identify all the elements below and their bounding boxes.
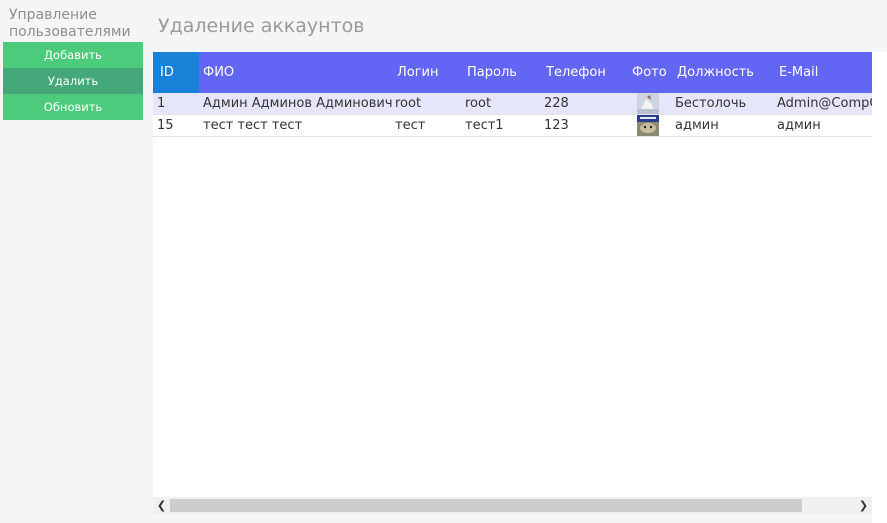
column-header-password[interactable]: Пароль (467, 52, 517, 93)
sidebar: Управление пользователями Добавить Удали… (0, 0, 150, 523)
cell-fio: Админ Админов Админович (203, 96, 393, 111)
chevron-left-icon[interactable]: ❮ (153, 497, 170, 514)
refresh-button[interactable]: Обновить (3, 94, 143, 120)
sidebar-title: Управление пользователями (9, 7, 131, 40)
delete-button[interactable]: Удалить (3, 68, 143, 94)
cell-phone: 123 (544, 118, 569, 133)
column-header-id[interactable]: ID (153, 52, 199, 93)
cell-login: тест (395, 118, 426, 133)
column-header-photo[interactable]: Фото (632, 52, 667, 93)
column-header-login[interactable]: Логин (397, 52, 439, 93)
cell-id: 15 (157, 118, 174, 133)
column-header-phone[interactable]: Телефон (546, 52, 606, 93)
page-title: Удаление аккаунтов (158, 15, 365, 37)
cell-email: Admin@CompCorp (777, 96, 872, 111)
right-gutter (872, 52, 887, 523)
cell-fio: тест тест тест (203, 118, 303, 133)
add-button[interactable]: Добавить (3, 42, 143, 68)
cell-position: Бестолочь (675, 96, 747, 111)
horizontal-scrollbar[interactable]: ❮ ❯ (153, 497, 872, 514)
cell-login: root (395, 96, 422, 111)
table-row[interactable]: 15 тест тест тест тест тест1 123 админ а… (153, 115, 872, 137)
users-table[interactable]: ID ФИО Логин Пароль Телефон Фото Должнос… (153, 52, 872, 514)
user-photo (637, 93, 659, 114)
column-header-position[interactable]: Должность (677, 52, 754, 93)
table-row[interactable]: 1 Админ Админов Админович root root 228 … (153, 93, 872, 115)
table-header: ID ФИО Логин Пароль Телефон Фото Должнос… (153, 52, 872, 93)
scrollbar-thumb[interactable] (170, 499, 802, 512)
cell-id: 1 (157, 96, 166, 111)
column-header-fio[interactable]: ФИО (203, 52, 234, 93)
cell-position: админ (675, 118, 719, 133)
column-header-email[interactable]: E-Mail (779, 52, 818, 93)
cell-email: админ (777, 118, 821, 133)
cell-password: тест1 (465, 118, 504, 133)
chevron-right-icon[interactable]: ❯ (855, 497, 872, 514)
cell-password: root (465, 96, 492, 111)
user-photo (637, 115, 659, 136)
cell-phone: 228 (544, 96, 569, 111)
